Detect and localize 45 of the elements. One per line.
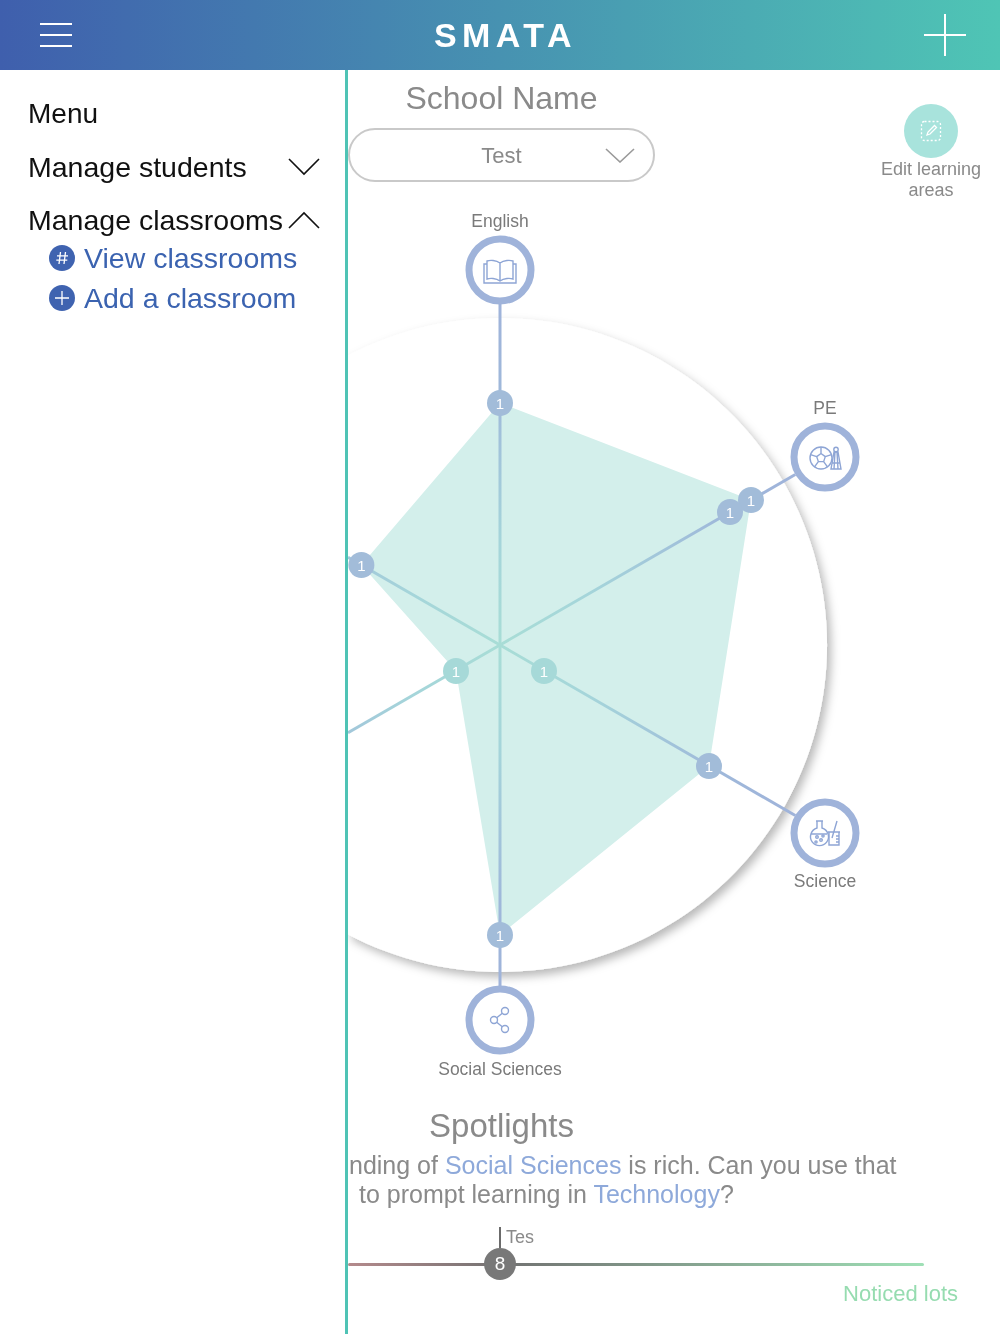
slider-thumb[interactable]: 8	[484, 1248, 517, 1280]
edit-icon	[904, 104, 958, 158]
area-label: Science	[793, 871, 857, 891]
marker-label: Tes	[506, 1226, 535, 1248]
menu-button[interactable]	[40, 23, 72, 47]
spotlight-link[interactable]: Technology	[593, 1180, 720, 1208]
scale-end-label: Noticed lots	[843, 1281, 958, 1307]
plus-icon	[924, 14, 966, 56]
area-node	[790, 422, 860, 492]
area-label: PE	[813, 398, 837, 418]
chevron-down-icon	[605, 147, 635, 163]
menu-item[interactable]: View classrooms	[49, 242, 298, 274]
data-point: 1	[738, 487, 764, 513]
app-title: SMATA	[434, 18, 577, 52]
marker-line	[499, 1227, 502, 1248]
plus-icon	[49, 285, 75, 311]
menu-section-toggle[interactable]: Manage students	[28, 151, 320, 183]
data-point: 1	[348, 552, 375, 578]
edit-learning-areas-button[interactable]: Edit learning areas	[874, 104, 988, 201]
school-name-title: School Name	[405, 80, 598, 116]
menu-section-toggle[interactable]: Manage classrooms	[28, 204, 320, 236]
menu-title: Menu	[28, 98, 99, 130]
area-node	[465, 985, 535, 1055]
area-label: English	[471, 211, 529, 231]
data-point: 1	[531, 658, 557, 684]
data-point: 1	[487, 390, 513, 416]
spotlight-link[interactable]: Social Sciences	[444, 1151, 622, 1179]
flask-icon	[809, 820, 841, 847]
menu-item[interactable]: Add a classroom	[49, 282, 297, 314]
spotlights-title: Spotlights	[429, 1108, 574, 1144]
share-icon	[489, 1006, 510, 1034]
hash-icon	[49, 245, 75, 271]
menu-icon	[40, 23, 72, 47]
data-point: 1	[487, 922, 513, 948]
sports-icon	[809, 446, 842, 470]
classroom-dropdown[interactable]: Test	[348, 128, 655, 182]
area-node	[790, 798, 860, 868]
area-node	[465, 235, 535, 305]
slider-track[interactable]: 8	[348, 1248, 924, 1280]
area-label: Social Sciences	[438, 1059, 562, 1079]
data-point: 1	[443, 658, 469, 684]
data-point: 1	[696, 753, 722, 779]
spotlight-text: nding of Social Sciences is rich. Can you use that to prompt learning in Technology?	[348, 1151, 897, 1209]
book-icon	[483, 259, 517, 284]
data-point: 1	[717, 499, 743, 525]
